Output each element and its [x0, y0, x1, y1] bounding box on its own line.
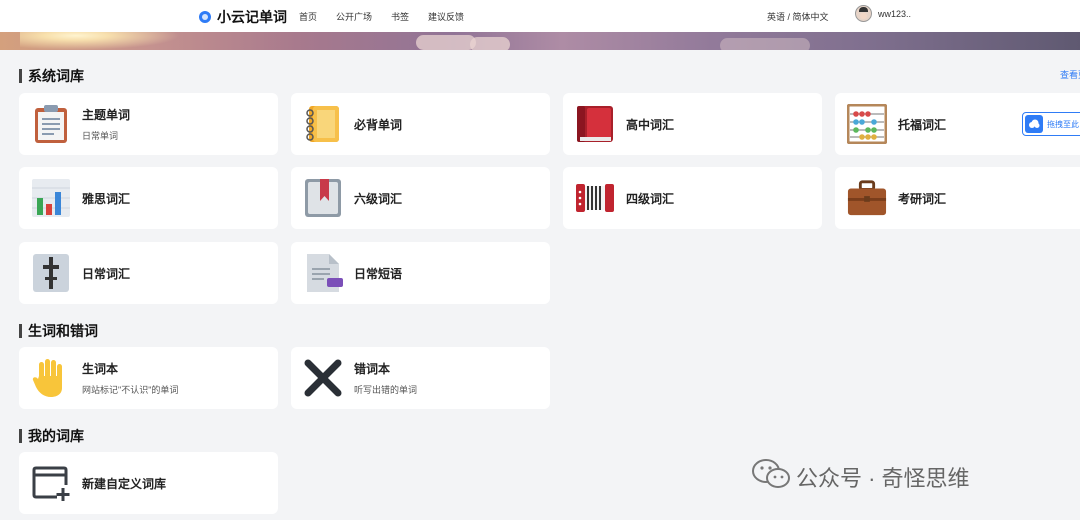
- card-theme-words[interactable]: 主题单词 日常单词: [19, 93, 278, 155]
- section-title-text: 系统词库: [28, 68, 84, 84]
- app-logo[interactable]: 小云记单词: [199, 7, 287, 27]
- drag-button-label: 拖拽至此: [1047, 119, 1079, 129]
- card-cet4[interactable]: 四级词汇: [563, 167, 822, 229]
- level-slider-icon: [31, 253, 71, 293]
- document-tag-icon: [303, 253, 343, 293]
- card-title: 错词本: [354, 362, 391, 376]
- card-title: 六级词汇: [354, 191, 403, 206]
- card-title: 考研词汇: [898, 191, 947, 206]
- watermark: 公众号 · 奇怪思维: [752, 458, 970, 496]
- section-marker: [19, 324, 22, 338]
- card-must-learn[interactable]: 必背单词: [291, 93, 550, 155]
- language-switcher[interactable]: 英语 / 简体中文: [767, 10, 829, 23]
- logo-icon: [199, 11, 211, 23]
- username[interactable]: ww123..: [878, 9, 911, 19]
- card-daily-vocab[interactable]: 日常词汇: [19, 242, 278, 304]
- card-cet6[interactable]: 六级词汇: [291, 167, 550, 229]
- main-nav: 首页 公开广场 书签 建议反馈: [299, 10, 464, 23]
- card-title: 生词本: [82, 362, 119, 376]
- top-navbar: 小云记单词 首页 公开广场 书签 建议反馈 英语 / 简体中文 ww123..: [0, 0, 1080, 32]
- abacus-icon: [847, 104, 887, 144]
- card-title: 雅思词汇: [82, 191, 131, 206]
- card-title: 四级词汇: [626, 191, 675, 206]
- raised-hand-icon: [31, 358, 71, 398]
- drag-drop-button[interactable]: 拖拽至此: [1022, 112, 1080, 136]
- view-more-link[interactable]: 查看更: [1060, 68, 1080, 81]
- user-menu[interactable]: ww123..: [855, 5, 911, 22]
- new-window-icon: [31, 463, 71, 503]
- section-title-mine: 我的词库: [19, 426, 84, 446]
- card-create-custom-library[interactable]: 新建自定义词库: [19, 452, 278, 514]
- nav-home[interactable]: 首页: [299, 10, 317, 23]
- section-title-review: 生词和错词: [19, 321, 98, 341]
- section-marker: [19, 429, 22, 443]
- section-title-text: 我的词库: [28, 428, 84, 444]
- notebook-icon: [303, 104, 343, 144]
- bar-chart-icon: [31, 178, 71, 218]
- card-subtitle: 网站标记"不认识"的单词: [82, 385, 179, 395]
- briefcase-icon: [847, 178, 887, 218]
- accordion-icon: [575, 178, 615, 218]
- card-new-words-book[interactable]: 生词本 网站标记"不认识"的单词: [19, 347, 278, 409]
- avatar[interactable]: [855, 5, 872, 22]
- card-title: 托福词汇: [898, 117, 947, 132]
- app-title: 小云记单词: [217, 9, 287, 25]
- card-title: 主题单词: [82, 108, 131, 122]
- bookmark-book-icon: [303, 178, 343, 218]
- section-title-text: 生词和错词: [28, 323, 98, 339]
- card-high-school[interactable]: 高中词汇: [563, 93, 822, 155]
- card-wrong-words-book[interactable]: 错词本 听写出错的单词: [291, 347, 550, 409]
- nav-public-square[interactable]: 公开广场: [336, 10, 372, 23]
- card-subtitle: 听写出错的单词: [354, 385, 418, 395]
- card-subtitle: 日常单词: [82, 131, 119, 141]
- wechat-icon: [752, 458, 790, 496]
- red-book-icon: [575, 104, 615, 144]
- section-title-system: 系统词库: [19, 66, 84, 86]
- banner-cloud-decoration: [416, 35, 476, 50]
- card-title: 新建自定义词库: [82, 476, 167, 491]
- section-marker: [19, 69, 22, 83]
- clipboard-icon: [31, 104, 71, 144]
- card-postgraduate[interactable]: 考研词汇: [835, 167, 1080, 229]
- card-ielts[interactable]: 雅思词汇: [19, 167, 278, 229]
- card-title: 高中词汇: [626, 117, 675, 132]
- nav-feedback[interactable]: 建议反馈: [428, 10, 464, 23]
- card-title: 日常短语: [354, 266, 403, 281]
- cross-mark-icon: [303, 358, 343, 398]
- card-title: 必背单词: [354, 117, 403, 132]
- watermark-text: 公众号 · 奇怪思维: [796, 466, 970, 491]
- card-daily-phrases[interactable]: 日常短语: [291, 242, 550, 304]
- banner-moon-glow: [20, 32, 180, 50]
- cloud-upload-icon: [1025, 115, 1043, 133]
- card-title: 日常词汇: [82, 266, 131, 281]
- nav-bookmarks[interactable]: 书签: [391, 10, 409, 23]
